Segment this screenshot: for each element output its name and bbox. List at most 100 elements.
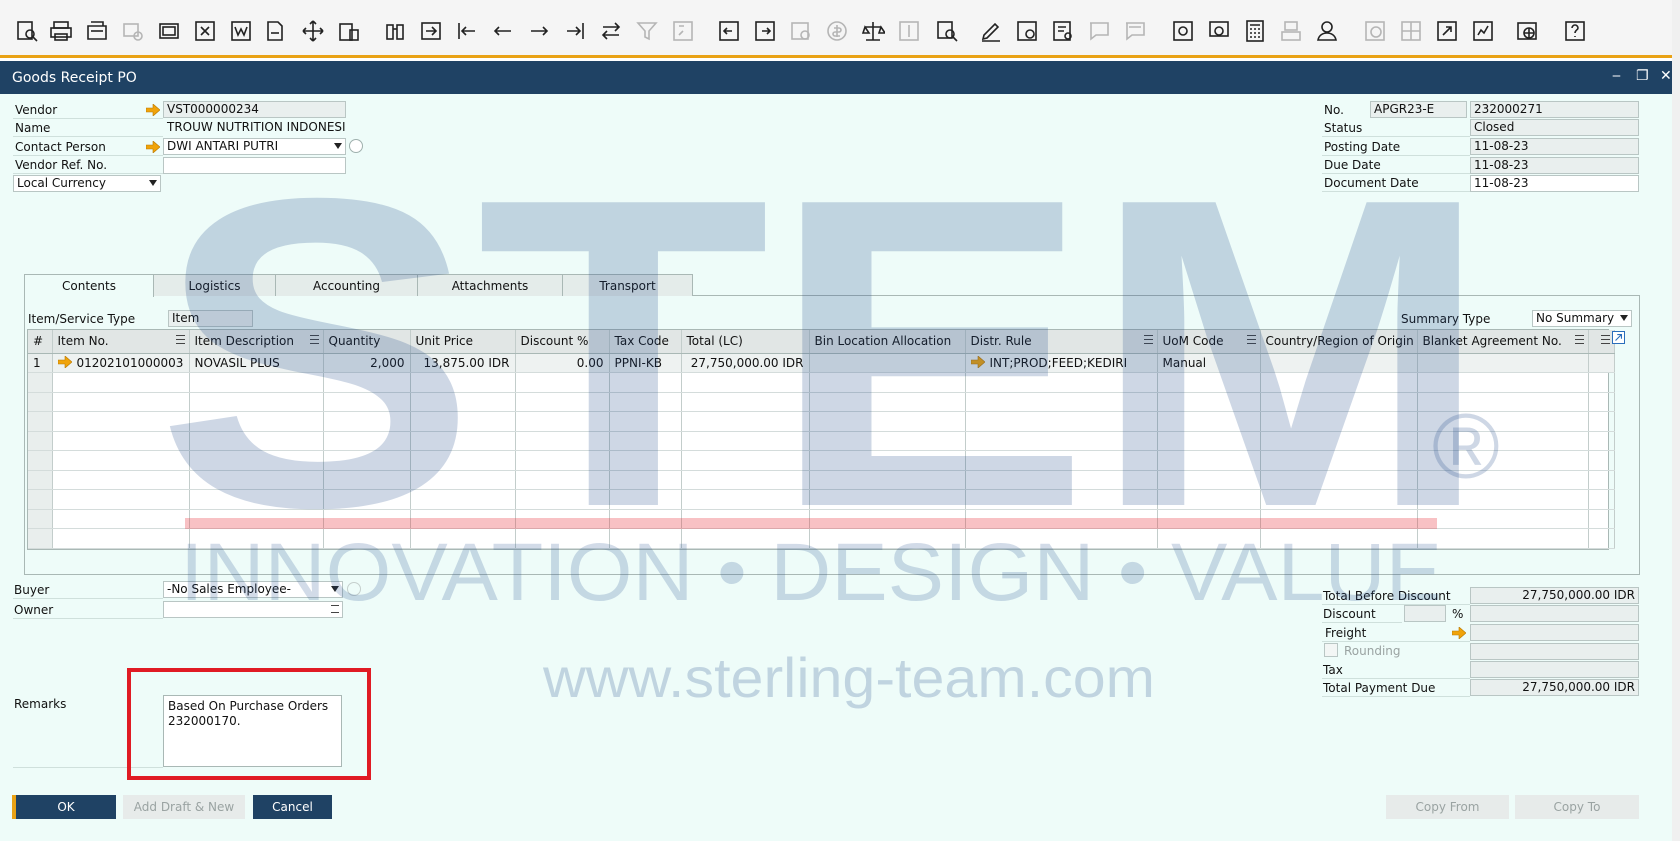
find-icon[interactable] [12,16,42,46]
table-cell[interactable] [1260,353,1418,373]
empty-table-row[interactable] [28,528,1615,549]
table-cell[interactable] [1588,450,1615,471]
table-cell[interactable] [609,509,682,529]
table-cell[interactable] [1588,431,1615,451]
column-header[interactable]: Tax Code [609,330,682,354]
table-cell[interactable] [809,392,966,412]
doc-no-field[interactable]: 232000271 [1470,101,1639,118]
table-cell[interactable] [1260,431,1418,451]
table-cell[interactable] [515,431,610,451]
table-cell[interactable] [1417,528,1589,549]
empty-table-row[interactable] [28,509,1615,529]
table-cell[interactable] [1417,392,1589,412]
table-cell[interactable] [52,509,190,529]
table-cell[interactable] [515,450,610,471]
close-icon[interactable]: ✕ [1660,68,1672,84]
window-scrollbar[interactable] [1672,0,1680,841]
table-cell[interactable] [1260,509,1418,529]
table-cell[interactable] [1157,392,1261,412]
exchange-rate-icon[interactable] [822,16,852,46]
table-cell[interactable] [189,431,324,451]
table-cell[interactable] [965,372,1158,393]
settings-icon[interactable] [1012,16,1042,46]
table-cell[interactable] [1157,411,1261,432]
send-icon[interactable] [118,16,148,46]
contact-details-icon[interactable] [349,139,363,153]
column-header[interactable]: Item No. [52,330,190,354]
table-cell[interactable] [189,528,324,549]
table-cell[interactable] [1260,450,1418,471]
table-cell[interactable] [52,450,190,471]
table-cell[interactable] [189,470,324,490]
tax-field[interactable] [1470,661,1639,678]
table-cell[interactable] [965,470,1158,490]
column-header[interactable]: Blanket Agreement No. [1417,330,1589,354]
column-list-icon[interactable] [1600,335,1610,344]
target-document-icon[interactable] [750,16,780,46]
table-cell[interactable] [323,431,411,451]
table-cell[interactable] [965,431,1158,451]
table-cell[interactable] [515,528,610,549]
table-cell[interactable] [1417,353,1589,373]
table-cell[interactable] [410,528,516,549]
empty-table-row[interactable] [28,392,1615,412]
table-cell[interactable] [809,489,966,510]
column-header[interactable]: Bin Location Allocation [809,330,966,354]
posting-date-field[interactable]: 11-08-23 [1470,138,1639,155]
query-icon[interactable] [932,16,962,46]
first-record-icon[interactable] [452,16,482,46]
calculator-icon[interactable] [1240,16,1270,46]
empty-table-row[interactable] [28,411,1615,432]
discount-amount-field[interactable] [1470,605,1639,622]
table-cell[interactable] [609,470,682,490]
table-cell[interactable] [681,489,810,510]
group-icon[interactable] [1276,16,1306,46]
find-record-icon[interactable] [380,16,410,46]
column-header[interactable] [1588,330,1615,354]
table-cell[interactable] [323,528,411,549]
table-cell[interactable] [52,470,190,490]
table-cell[interactable] [1157,372,1261,393]
table-cell[interactable] [965,489,1158,510]
copy-from-button[interactable]: Copy From [1386,795,1509,819]
sort-icon[interactable] [668,16,698,46]
contact-link-arrow-icon[interactable] [145,140,161,154]
due-date-field[interactable]: 11-08-23 [1470,157,1639,174]
link-arrow-icon[interactable] [57,355,72,369]
help-icon[interactable] [1560,16,1590,46]
table-cell[interactable]: 2,000 [323,353,411,373]
next-record-icon[interactable] [524,16,554,46]
contact-person-dropdown[interactable]: DWI ANTARI PUTRI [163,138,346,155]
cancel-button[interactable]: Cancel [253,795,332,819]
last-record-icon[interactable] [560,16,590,46]
table-cell[interactable] [52,489,190,510]
go-to-icon[interactable] [416,16,446,46]
table-cell[interactable] [52,411,190,432]
vendor-name-field[interactable]: TROUW NUTRITION INDONESIA [163,119,346,136]
filter-icon[interactable] [632,16,662,46]
column-list-icon[interactable] [1143,335,1153,344]
status-field[interactable]: Closed [1470,119,1639,136]
column-header[interactable]: Country/Region of Origin [1260,330,1418,354]
table-cell[interactable] [1417,470,1589,490]
empty-table-row[interactable] [28,489,1615,510]
previous-record-icon[interactable] [488,16,518,46]
table-cell[interactable] [1260,470,1418,490]
table-cell[interactable] [323,411,411,432]
empty-table-row[interactable] [28,450,1615,471]
table-cell[interactable] [609,489,682,510]
table-cell[interactable] [1588,528,1615,549]
column-list-icon[interactable] [1246,335,1256,344]
summary-type-dropdown[interactable]: No Summary [1532,310,1632,327]
remarks-textarea[interactable]: Based On Purchase Orders 232000170. [163,695,342,767]
table-cell[interactable] [189,489,324,510]
table-cell[interactable]: PPNI-KB [609,353,682,373]
table-cell[interactable] [1157,489,1261,510]
table-cell[interactable]: 0.00 [515,353,610,373]
table-cell[interactable] [410,450,516,471]
table-cell[interactable]: Manual [1157,353,1261,373]
tab-accounting[interactable]: Accounting [275,274,418,296]
table-cell[interactable]: 13,875.00 IDR [410,353,516,373]
table-cell[interactable] [1417,450,1589,471]
column-header[interactable]: Discount % [515,330,610,354]
